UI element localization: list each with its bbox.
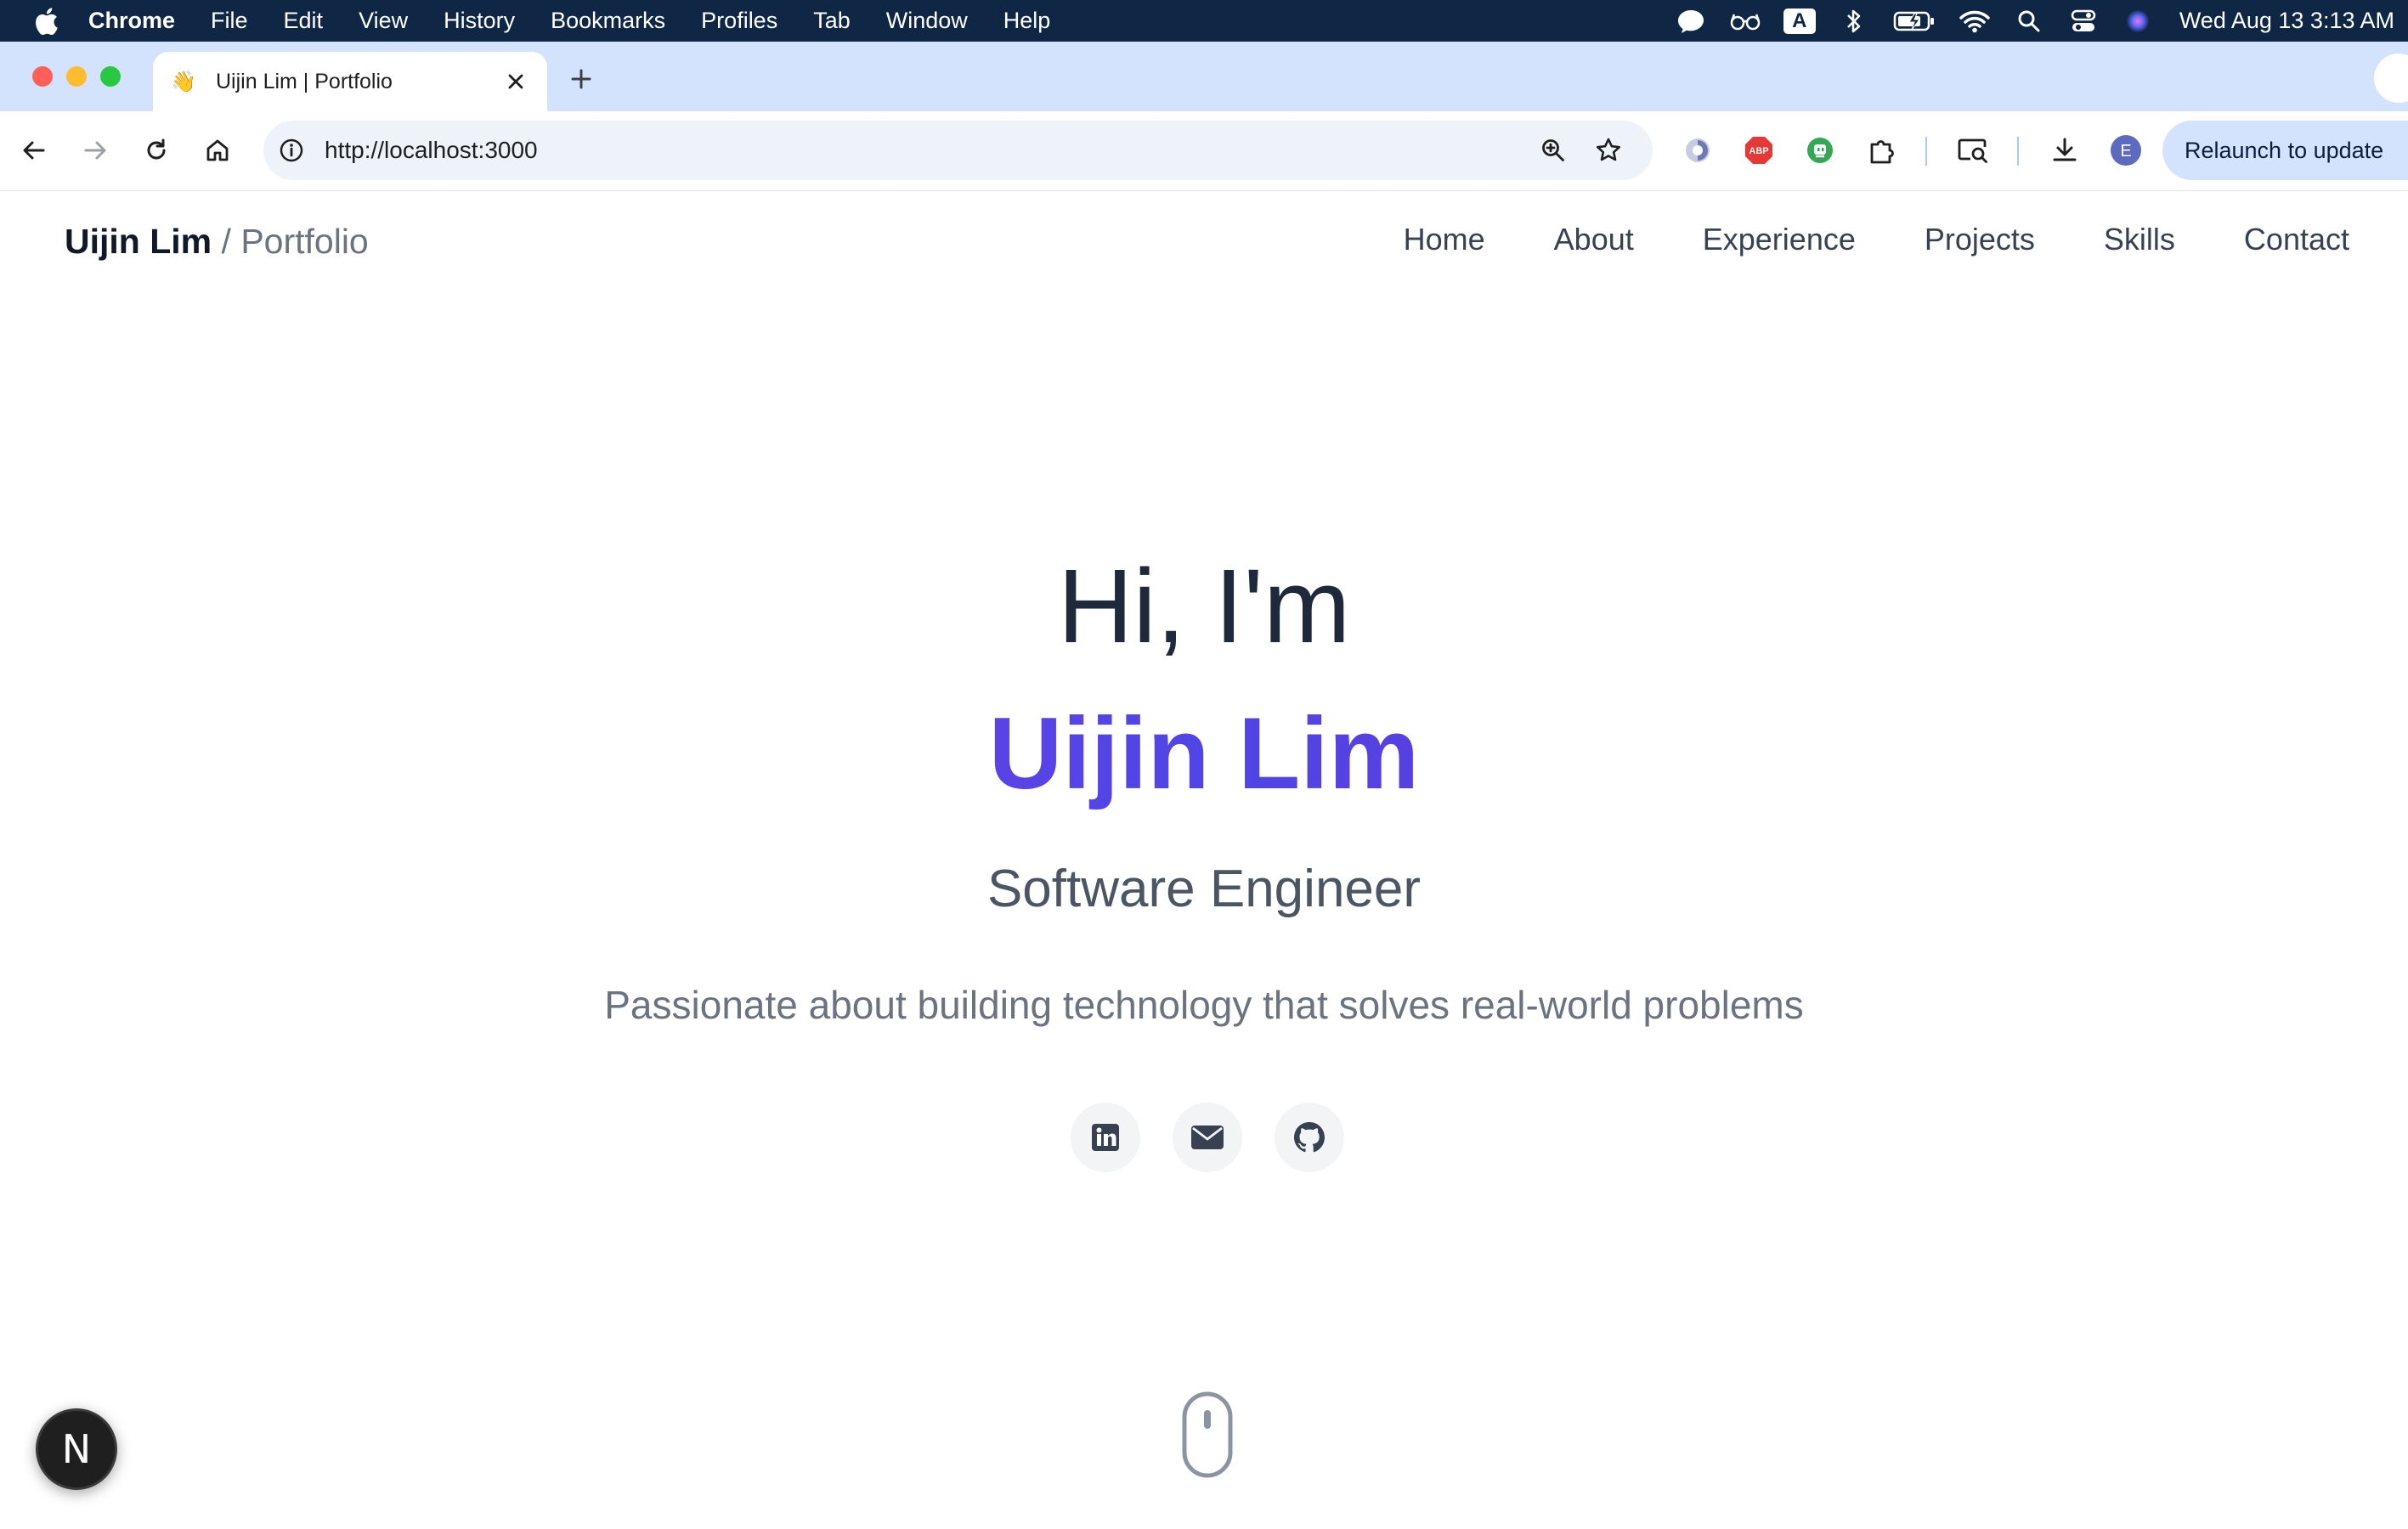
gemini-icon[interactable] <box>2374 54 2408 103</box>
nav-projects[interactable]: Projects <box>1925 222 2035 257</box>
macos-menu-bar: Chrome File Edit View History Bookmarks … <box>0 0 2408 42</box>
close-tab-icon[interactable] <box>501 67 530 96</box>
svg-text:ABP: ABP <box>1749 146 1768 156</box>
input-source-icon[interactable]: A <box>1783 5 1816 37</box>
reload-icon[interactable] <box>138 132 175 169</box>
menu-profiles[interactable]: Profiles <box>701 8 777 34</box>
control-center-icon[interactable] <box>2067 5 2100 37</box>
forward-arrow-icon[interactable] <box>76 132 114 169</box>
minimize-window-button[interactable] <box>66 66 87 87</box>
github-icon[interactable] <box>1275 1103 1344 1172</box>
status-area: A Wed Aug 13 3:13 AM <box>1653 0 2394 42</box>
nav-skills[interactable]: Skills <box>2104 222 2175 257</box>
window-controls <box>32 66 134 87</box>
brand-separator: / <box>221 222 231 261</box>
extension-privacy-icon[interactable] <box>1677 130 1718 171</box>
menu-help[interactable]: Help <box>1003 8 1051 34</box>
menu-bookmarks[interactable]: Bookmarks <box>551 8 665 34</box>
profile-avatar[interactable]: E <box>2106 130 2146 171</box>
hero-role: Software Engineer <box>986 860 1422 918</box>
extensions-puzzle-icon[interactable] <box>1861 130 1902 171</box>
nextjs-dev-indicator[interactable]: N <box>36 1408 117 1490</box>
bluetooth-icon[interactable] <box>1838 5 1870 37</box>
battery-icon[interactable] <box>1892 5 1936 37</box>
glasses-icon[interactable] <box>1729 5 1761 37</box>
clock[interactable]: Wed Aug 13 3:13 AM <box>2179 8 2394 34</box>
brand-subtitle: Portfolio <box>240 222 369 261</box>
apple-logo-icon[interactable] <box>29 4 63 38</box>
extension-green-icon[interactable] <box>1800 130 1840 171</box>
home-icon[interactable] <box>199 132 236 169</box>
zoom-window-button[interactable] <box>100 66 121 87</box>
portfolio-page: Uijin Lim / Portfolio Home About Experie… <box>0 191 2408 1529</box>
brand-name: Uijin Lim <box>65 222 212 261</box>
scroll-down-mouse-icon[interactable] <box>1182 1391 1233 1478</box>
menu-history[interactable]: History <box>444 8 515 34</box>
menu-window[interactable]: Window <box>886 8 968 34</box>
menu-chrome[interactable]: Chrome <box>88 8 175 34</box>
toolbar-divider <box>1925 137 1927 166</box>
relaunch-to-update-button[interactable]: Relaunch to update <box>2162 121 2408 180</box>
toolbar-divider <box>2017 137 2019 166</box>
nav-home[interactable]: Home <box>1404 222 1485 257</box>
tab-title: Uijin Lim | Portfolio <box>216 69 393 93</box>
siri-icon[interactable] <box>2122 5 2154 37</box>
email-icon[interactable] <box>1173 1103 1242 1172</box>
menu-tab[interactable]: Tab <box>813 8 851 34</box>
bookmark-star-icon[interactable] <box>1591 133 1626 168</box>
site-info-icon[interactable] <box>274 133 309 168</box>
wifi-icon[interactable] <box>1959 5 1991 37</box>
hero-tagline: Passionate about building technology tha… <box>604 983 1804 1027</box>
browser-tab-active[interactable]: 👋 Uijin Lim | Portfolio <box>153 52 547 111</box>
spotlight-search-icon[interactable] <box>2013 5 2045 37</box>
close-window-button[interactable] <box>32 66 53 87</box>
address-bar[interactable]: http://localhost:3000 <box>263 121 1653 180</box>
messages-icon[interactable] <box>1675 5 1707 37</box>
menu-view[interactable]: View <box>359 8 408 34</box>
waving-hand-favicon-icon: 👋 <box>171 70 196 93</box>
hero-name: Uijin Lim <box>0 694 2408 813</box>
downloads-icon[interactable] <box>2044 130 2085 171</box>
browser-toolbar: http://localhost:3000 ABP E Relaunch to … <box>0 111 2408 192</box>
menu-file[interactable]: File <box>211 8 248 34</box>
adblock-plus-icon[interactable]: ABP <box>1738 130 1779 171</box>
tab-search-icon[interactable] <box>1953 130 1993 171</box>
svg-text:E: E <box>2120 142 2131 161</box>
nav-experience[interactable]: Experience <box>1703 222 1856 257</box>
linkedin-icon[interactable] <box>1071 1103 1140 1172</box>
back-arrow-icon[interactable] <box>15 132 53 169</box>
zoom-magnifier-icon[interactable] <box>1535 133 1571 168</box>
tab-strip: 👋 Uijin Lim | Portfolio <box>0 42 2408 111</box>
nav-contact[interactable]: Contact <box>2244 222 2349 257</box>
site-nav: Home About Experience Projects Skills Co… <box>1335 222 2349 257</box>
site-brand[interactable]: Uijin Lim / Portfolio <box>65 222 369 262</box>
new-tab-plus-icon[interactable] <box>564 62 598 96</box>
hero-greeting: Hi, I'm <box>1057 549 1351 665</box>
menu-edit[interactable]: Edit <box>284 8 324 34</box>
url-text[interactable]: http://localhost:3000 <box>325 121 538 180</box>
nav-about[interactable]: About <box>1554 222 1634 257</box>
